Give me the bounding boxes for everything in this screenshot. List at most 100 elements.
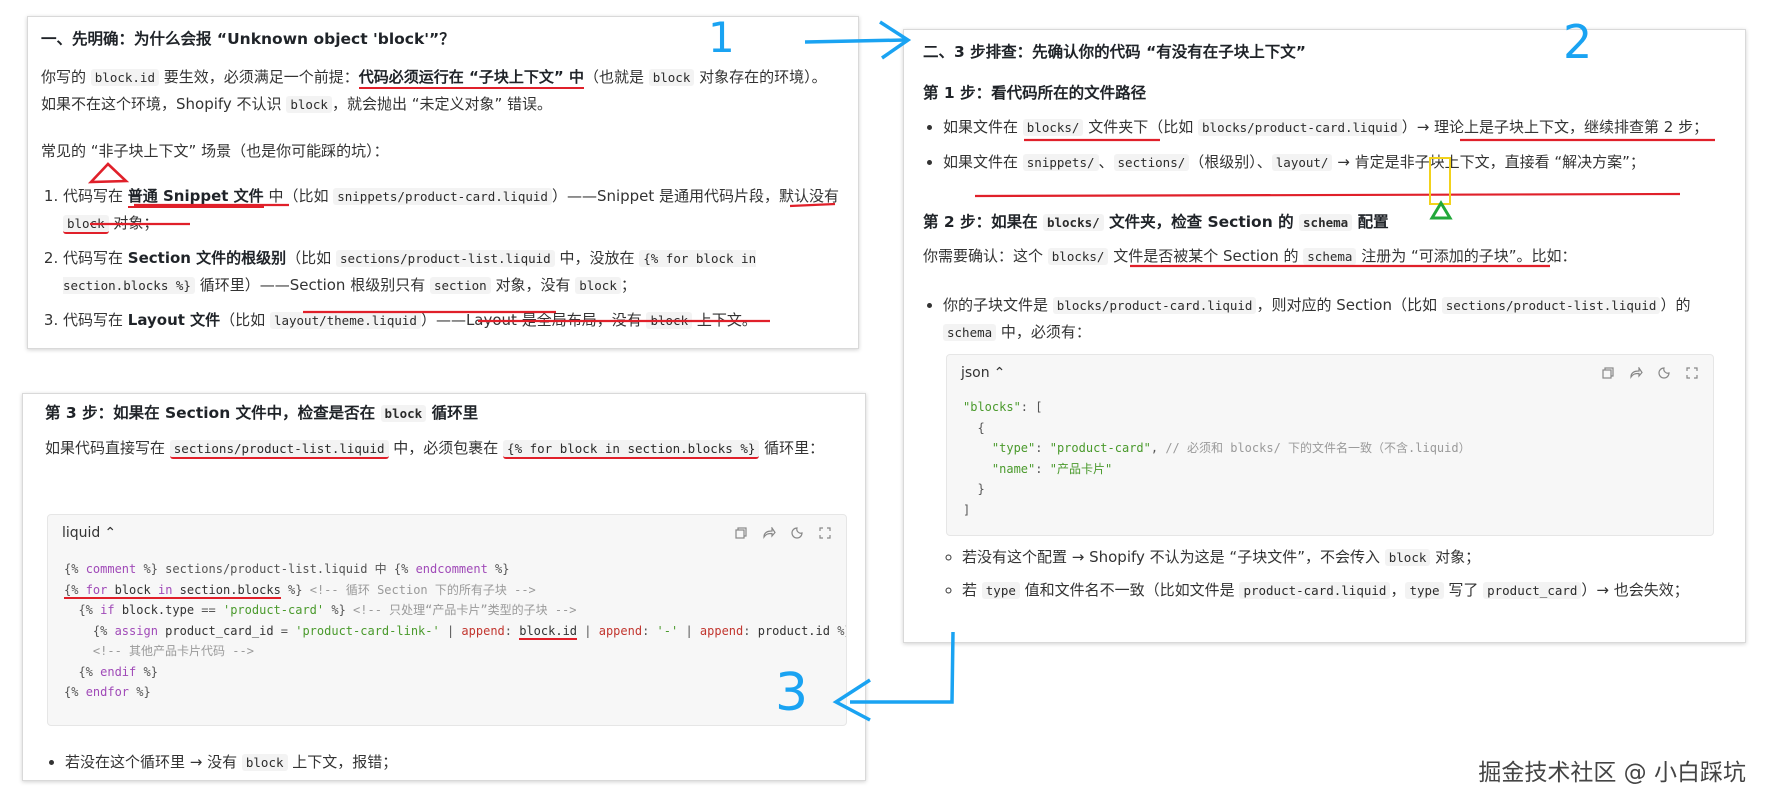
text: 中（比如 [263, 187, 334, 205]
share-icon[interactable] [1629, 366, 1643, 380]
code-line: "name": "产品卡片" [991, 461, 1113, 476]
inline-code: blocks/ [1042, 214, 1104, 231]
text: 第 3 步：如果在 Section 文件中，检查是否在 [45, 404, 381, 422]
copy-icon[interactable] [734, 526, 748, 540]
intro-paragraph: 你写的 block.id 要生效，必须满足一个前提：代码必须运行在 “子块上下文… [41, 64, 841, 118]
text: 代码写在 [63, 311, 128, 329]
inline-code: type [1405, 582, 1444, 599]
inline-code: snippets/product-card.liquid [333, 188, 552, 205]
text: 中，必须包裹在 [388, 439, 504, 457]
list-item: 若没有这个配置 → Shopify 不认为这是 “子块文件”，不会传入 bloc… [962, 544, 1732, 571]
json-code-block: json ⌃ "blocks": [ { "type": "product-ca… [946, 354, 1714, 536]
text: ， [1390, 581, 1406, 599]
text: 你写的 [41, 68, 91, 86]
code-toolbar [734, 526, 832, 540]
text: 配置 [1352, 213, 1389, 231]
list-item: 如果文件在 blocks/ 文件夹下（比如 blocks/product-car… [943, 114, 1723, 141]
code-language-label: json [961, 365, 990, 381]
text: 如果文件在 [943, 153, 1023, 171]
text: （根级别）、 [1189, 153, 1272, 171]
text: 文件夹下（比如 [1083, 118, 1199, 136]
inline-code: blocks/ [1022, 119, 1084, 136]
code-block-header: json ⌃ [947, 355, 1713, 391]
inline-code: block [648, 69, 695, 86]
text: 文件是否被某个 Section 的 [1108, 247, 1304, 265]
text: 对象； [1430, 548, 1481, 566]
code-block-header: liquid ⌃ [48, 515, 846, 551]
scenarios-intro: 常见的 “非子块上下文” 场景（也是你可能踩的坑）： [41, 142, 389, 160]
list-item: 若没在这个循环里 → 没有 block 上下文，报错； [65, 749, 397, 776]
copy-icon[interactable] [1601, 366, 1615, 380]
text: 你的子块文件是 [943, 296, 1053, 314]
step-2-paragraph: 你需要确认：这个 blocks/ 文件是否被某个 Section 的 schem… [923, 243, 1577, 270]
inline-code: sections/product-list.liquid [1441, 297, 1661, 314]
text: 上下文。 [692, 311, 757, 329]
inline-code: blocks/ [1047, 248, 1109, 265]
text: ）→ 理论上是子块上下文，继续排查第 2 步； [1401, 118, 1709, 136]
text: → 肯定是非子块上下文，直接看 “解决方案”； [1332, 153, 1645, 171]
inline-code: block [1384, 549, 1431, 566]
code-content: {% comment %} sections/product-list.liqu… [48, 551, 846, 709]
code-content: "blocks": [ { "type": "product-card", //… [947, 391, 1713, 526]
text: ，就会抛出 “未定义对象” 错误。 [331, 95, 553, 113]
text: 中，没放在 [554, 249, 640, 267]
code-line: "type": "product-card", // 必须和 blocks/ 下… [991, 441, 1471, 455]
text: ）的 [1660, 296, 1691, 314]
text: ）——Layout 是全局布局，没有 [420, 311, 647, 329]
code-line: {% assign product_card_id = 'product-car… [64, 623, 846, 640]
text: 循环里： [759, 439, 825, 457]
text: 、 [1098, 153, 1114, 171]
inline-code: block [646, 312, 693, 329]
watermark: 掘金技术社区 @ 小白踩坑 [1478, 760, 1746, 786]
code-language-toggle[interactable]: json ⌃ [961, 365, 1005, 381]
text: 你需要确认：这个 [923, 247, 1048, 265]
text: 写了 [1443, 581, 1484, 599]
inline-code: layout/ [1271, 154, 1333, 171]
text: ，则对应的 Section（比如 [1256, 296, 1442, 314]
text: 循环里 [426, 404, 479, 422]
inline-code: product-card.liquid [1239, 582, 1391, 599]
code-line: } [963, 482, 985, 496]
theme-toggle-icon[interactable] [790, 526, 804, 540]
inline-code: schema [943, 324, 997, 341]
text: 若 [962, 581, 982, 599]
section-title: 一、先明确：为什么会报 “Unknown object 'block'”？ [41, 30, 455, 48]
step-3-heading: 第 3 步：如果在 Section 文件中，检查是否在 block 循环里 [45, 402, 478, 425]
inline-code: type [981, 582, 1020, 599]
text: 代码写在 [63, 249, 128, 267]
emphasis-text: 代码必须运行在 “子块上下文” 中 [358, 68, 584, 89]
inline-code: snippets/ [1022, 154, 1099, 171]
text: 中，必须有： [996, 323, 1091, 341]
list-item: 代码写在 Layout 文件（比如 layout/theme.liquid）——… [63, 307, 841, 334]
scenario-list: 代码写在 普通 Snippet 文件 中（比如 snippets/product… [41, 183, 841, 342]
text: 第 2 步：如果在 [923, 213, 1043, 231]
inline-code: section [429, 277, 491, 294]
code-language-label: liquid [62, 525, 101, 541]
text: ）→ 也会失效； [1581, 581, 1689, 599]
list-item: 你的子块文件是 blocks/product-card.liquid，则对应的 … [943, 292, 1723, 346]
step-2-heading: 第 2 步：如果在 blocks/ 文件夹，检查 Section 的 schem… [923, 211, 1389, 234]
theme-toggle-icon[interactable] [1657, 366, 1671, 380]
code-line: {% comment %} sections/product-list.liqu… [64, 562, 510, 576]
inline-code: layout/theme.liquid [269, 312, 421, 329]
fullscreen-icon[interactable] [1685, 366, 1699, 380]
code-line: ] [963, 502, 971, 517]
share-icon[interactable] [762, 526, 776, 540]
text: 若没在这个循环里 → 没有 [65, 753, 242, 771]
step-1-heading: 第 1 步：看代码所在的文件路径 [923, 84, 1147, 102]
text: 如果文件在 [943, 118, 1023, 136]
code-language-toggle[interactable]: liquid ⌃ [62, 525, 116, 541]
text: （比如 [220, 311, 270, 329]
list-item: 如果文件在 snippets/、sections/（根级别）、layout/ →… [943, 149, 1723, 176]
emphasis-text: Section 文件的根级别 [127, 249, 287, 267]
inline-code: block [380, 405, 427, 422]
liquid-code-block: liquid ⌃ {% comment %} sections/product-… [47, 514, 847, 726]
fullscreen-icon[interactable] [818, 526, 832, 540]
inline-code: block [575, 277, 621, 294]
code-line: {% for block in section.blocks %} <!-- 循… [64, 582, 536, 599]
section-card-why-error: 一、先明确：为什么会报 “Unknown object 'block'”？ 你写… [27, 16, 859, 349]
code-toolbar [1601, 366, 1699, 380]
list-item: 若 type 值和文件名不一致（比如文件是 product-card.liqui… [962, 577, 1732, 604]
inline-code: {% for block in section.blocks %} [503, 440, 760, 459]
chevron-up-icon: ⌃ [104, 525, 117, 541]
